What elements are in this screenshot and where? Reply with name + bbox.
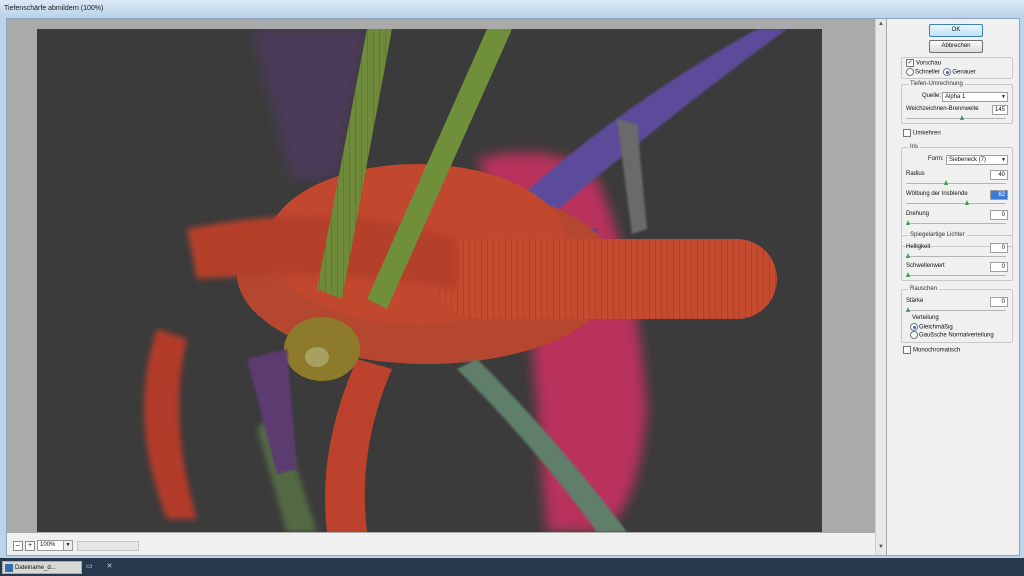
blur-focal-input[interactable]: 145 [992,105,1008,115]
specular-title: Spiegelartige Lichter [908,232,967,238]
scroll-up-icon[interactable]: ▲ [877,20,885,28]
amount-thumb[interactable] [906,307,910,312]
source-select[interactable]: Alpha 1 ▼ [942,92,1008,102]
uniform-row[interactable]: Gleichmäßig [910,323,953,331]
window-title: Tiefenschärfe abmildern (100%) [4,5,104,12]
shape-value: Siebeneck (7) [949,157,987,163]
rotation-label: Drehung [906,211,930,217]
preview-checkbox-row[interactable]: ✓ Vorschau [906,59,941,67]
radius-thumb[interactable] [944,180,948,185]
quality-radio-row: Schneller Genauer [906,68,976,76]
gaussian-label: Gaußsche Normalverteilung [919,332,994,339]
faster-label: Schneller [915,69,941,76]
brightness-slider[interactable] [906,253,1006,259]
taskbar-window-controls[interactable]: ▭ ✕ [86,562,118,570]
shape-select[interactable]: Siebeneck (7) ▼ [946,155,1008,165]
gaussian-row[interactable]: Gaußsche Normalverteilung [910,331,994,339]
blur-focal-thumb[interactable] [960,115,965,120]
invert-checkbox[interactable] [903,129,911,137]
cancel-button[interactable]: Abbrechen [929,40,983,53]
noise-title: Rauschen [908,286,940,292]
invert-row[interactable]: Umkehren [903,129,941,137]
settings-panel: OK Abbrechen ✓ Vorschau Schneller Genauer… [891,19,1015,555]
photoshop-icon [5,564,13,572]
preview-label: Vorschau [916,60,942,67]
noise-group: Rauschen Stärke 0 Verteilung Gleichmäßig… [901,286,1013,343]
specular-group: Spiegelartige Lichter Helligkeit 0 Schwe… [901,232,1013,281]
preview-checkbox[interactable]: ✓ [906,59,914,67]
threshold-input[interactable]: 0 [990,262,1008,272]
taskbar-item-label: Dateiname_d... [15,565,56,571]
zoom-dropdown-button[interactable]: ▼ [63,540,73,551]
radius-label: Radius [906,171,925,177]
zoom-in-button[interactable]: + [25,541,35,551]
gaussian-radio[interactable] [910,331,918,339]
curvature-slider[interactable] [906,200,1006,206]
taskbar-item[interactable]: Dateiname_d... [2,561,82,574]
uniform-radio[interactable] [910,323,918,331]
threshold-slider[interactable] [906,272,1006,278]
rotation-thumb[interactable] [906,220,910,225]
ok-button[interactable]: OK [929,24,983,37]
brightness-input[interactable]: 0 [990,243,1008,253]
amount-input[interactable]: 0 [990,297,1008,307]
depth-map-group: Tiefen-Umrechnung Quelle: Alpha 1 ▼ Weich… [901,81,1013,124]
filter-dialog-window: Tiefenschärfe abmildern (100%) – + 100% … [0,0,1024,559]
amount-slider[interactable] [906,307,1006,313]
uniform-label: Gleichmäßig [919,324,953,331]
threshold-label: Schwellenwert [906,263,945,269]
preview-options-group: ✓ Vorschau Schneller Genauer [901,57,1013,79]
shape-label: Form: [928,156,944,162]
scroll-down-icon[interactable]: ▼ [877,543,885,551]
accurate-radio[interactable] [943,68,952,76]
blur-focal-label: Weichzeichnen-Brennweite [906,106,979,112]
title-bar[interactable]: Tiefenschärfe abmildern (100%) [0,0,1024,18]
radius-slider[interactable] [906,180,1006,186]
accurate-label: Genauer [952,69,976,76]
iris-title: Iris [908,144,920,150]
distribution-title: Verteilung [912,315,939,321]
preview-area: – + 100% ▼ [7,19,887,555]
preview-bottom-bar: – + 100% ▼ [7,533,875,555]
rotation-input[interactable]: 0 [990,210,1008,220]
radius-input[interactable]: 40 [990,170,1008,180]
threshold-thumb[interactable] [906,272,910,277]
chevron-down-icon: ▼ [1001,94,1006,100]
rotation-slider[interactable] [906,220,1006,226]
source-label: Quelle: [922,93,942,99]
brightness-label: Helligkeit [906,244,931,250]
depth-map-title: Tiefen-Umrechnung [908,81,965,87]
preview-image[interactable] [37,29,822,532]
blur-focal-slider[interactable] [906,115,1006,121]
creature-render [37,29,822,532]
zoom-out-button[interactable]: – [13,541,23,551]
vertical-scrollbar[interactable]: ▲ ▼ [875,19,886,555]
curvature-label: Wölbung der Irisblende [906,191,968,197]
chevron-down-icon: ▼ [1001,157,1006,163]
horizontal-scrollbar[interactable] [77,541,139,551]
taskbar: Dateiname_d... ▭ ✕ [0,558,1024,576]
mono-row[interactable]: Monochromatisch [903,346,960,354]
dialog-client-area: – + 100% ▼ ▲ ▼ OK Abbrechen ✓ Vorschau Sc… [6,18,1020,556]
amount-label: Stärke [906,298,924,304]
mono-label: Monochromatisch [913,347,961,354]
mono-checkbox[interactable] [903,346,911,354]
curvature-input[interactable]: 62 [990,190,1008,200]
curvature-thumb[interactable] [964,200,969,205]
faster-radio[interactable] [906,68,914,76]
invert-label: Umkehren [913,130,941,137]
source-value: Alpha 1 [945,94,966,100]
brightness-thumb[interactable] [906,253,910,258]
